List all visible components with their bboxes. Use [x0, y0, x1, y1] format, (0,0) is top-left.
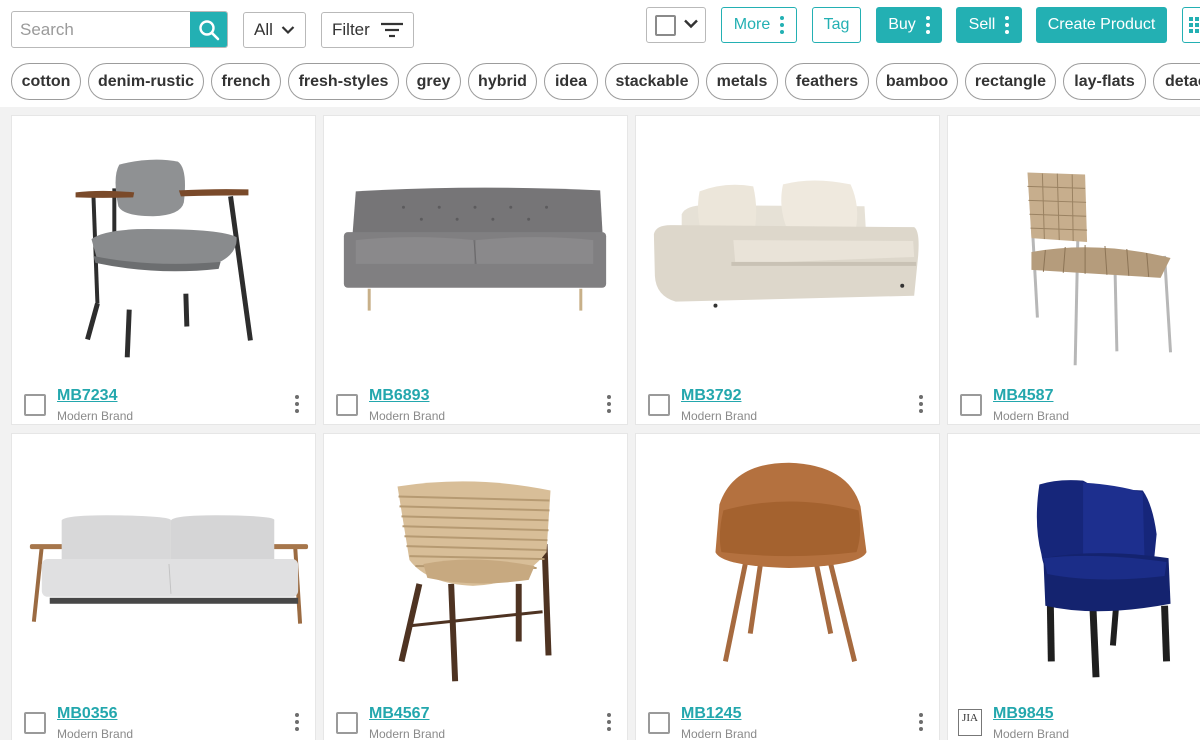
product-code-link[interactable]: MB7234: [57, 387, 117, 405]
tag-chip[interactable]: rectangle: [965, 63, 1056, 100]
tag-chip[interactable]: bamboo: [876, 63, 958, 100]
buy-button[interactable]: Buy: [876, 7, 942, 43]
product-select-checkbox[interactable]: [648, 394, 670, 416]
product-card[interactable]: MB0356 Modern Brand: [11, 433, 316, 740]
product-card[interactable]: MB1245 Modern Brand: [635, 433, 940, 740]
product-brand: Modern Brand: [681, 727, 758, 740]
product-image[interactable]: [324, 116, 627, 384]
product-brand: Modern Brand: [369, 409, 446, 423]
more-vertical-icon[interactable]: [919, 395, 923, 413]
buy-label: Buy: [888, 16, 916, 33]
tag-chip[interactable]: stackable: [605, 63, 699, 100]
product-code-link[interactable]: MB3792: [681, 387, 741, 405]
more-vertical-icon: [925, 16, 930, 34]
product-grid: MB7234 Modern Brand MB6893 Modern Brand …: [0, 107, 1200, 740]
tag-chip[interactable]: idea: [544, 63, 598, 100]
select-all-checkbox[interactable]: [655, 15, 676, 36]
sell-label: Sell: [968, 16, 996, 33]
tag-button[interactable]: Tag: [812, 7, 861, 43]
tag-chip[interactable]: lay-flats: [1063, 63, 1146, 100]
product-brand: Modern Brand: [993, 727, 1070, 740]
product-code-link[interactable]: MB1245: [681, 705, 741, 723]
product-select-checkbox[interactable]: [648, 712, 670, 734]
grid-view-toggle[interactable]: [1182, 7, 1200, 43]
tag-chip[interactable]: denim-rustic: [88, 63, 204, 100]
product-catalog-page: All Filter More Tag Bu: [0, 0, 1200, 740]
product-select-checkbox[interactable]: [960, 394, 982, 416]
product-select-checkbox[interactable]: [336, 394, 358, 416]
product-card[interactable]: MB6893 Modern Brand: [323, 115, 628, 425]
more-vertical-icon[interactable]: [295, 395, 299, 413]
grid-view-icon: [1189, 17, 1199, 33]
product-code-link[interactable]: MB0356: [57, 705, 117, 723]
more-vertical-icon[interactable]: [295, 713, 299, 731]
product-code-link[interactable]: MB9845: [993, 705, 1053, 723]
product-image[interactable]: [948, 434, 1200, 702]
search-input[interactable]: [12, 12, 192, 47]
product-brand: Modern Brand: [681, 409, 758, 423]
more-vertical-icon[interactable]: [607, 395, 611, 413]
tag-chip[interactable]: french: [211, 63, 281, 100]
product-select-checkbox[interactable]: [336, 712, 358, 734]
product-brand: Modern Brand: [993, 409, 1070, 423]
select-all-dropdown[interactable]: [646, 7, 706, 43]
more-vertical-icon: [780, 16, 785, 34]
filter-lines-icon: [380, 22, 403, 38]
product-image[interactable]: [12, 116, 315, 384]
product-card[interactable]: JIA MB9845 Modern Brand: [947, 433, 1200, 740]
search-icon: [198, 19, 219, 40]
product-card[interactable]: MB7234 Modern Brand: [11, 115, 316, 425]
more-vertical-icon[interactable]: [919, 713, 923, 731]
product-card[interactable]: MB4567 Modern Brand: [323, 433, 628, 740]
product-image[interactable]: [636, 116, 939, 384]
toolbar: All Filter More Tag Bu: [0, 0, 1200, 58]
chevron-down-icon: [281, 26, 295, 35]
product-brand: Modern Brand: [57, 727, 134, 740]
tag-chip[interactable]: hybrid: [468, 63, 537, 100]
product-brand: Modern Brand: [369, 727, 446, 740]
filter-button[interactable]: Filter: [321, 12, 414, 48]
tag-label: Tag: [823, 16, 850, 33]
product-select-checkbox[interactable]: [24, 712, 46, 734]
product-code-link[interactable]: MB6893: [369, 387, 429, 405]
tag-chip[interactable]: fresh-styles: [288, 63, 399, 100]
tag-chip[interactable]: cotton: [11, 63, 81, 100]
product-code-link[interactable]: MB4587: [993, 387, 1053, 405]
tag-chip[interactable]: feathers: [785, 63, 869, 100]
create-product-label: Create Product: [1047, 16, 1156, 33]
tag-chip[interactable]: detac: [1153, 63, 1200, 100]
product-select-checkbox[interactable]: [24, 394, 46, 416]
more-button[interactable]: More: [721, 7, 797, 43]
sell-button[interactable]: Sell: [956, 7, 1022, 43]
product-card[interactable]: MB3792 Modern Brand: [635, 115, 940, 425]
create-product-button[interactable]: Create Product: [1036, 7, 1167, 43]
product-image[interactable]: [324, 434, 627, 702]
more-label: More: [733, 16, 771, 33]
tag-chip-bar: cotton denim-rustic french fresh-styles …: [0, 63, 1200, 101]
search-box: [11, 11, 228, 48]
chevron-down-icon: [684, 19, 698, 29]
product-image[interactable]: [636, 434, 939, 702]
tag-chip[interactable]: grey: [406, 63, 461, 100]
product-image[interactable]: [948, 116, 1200, 384]
product-card[interactable]: MB4587 Modern Brand: [947, 115, 1200, 425]
scope-select[interactable]: All: [243, 12, 306, 48]
filter-label: Filter: [332, 20, 370, 39]
scope-select-value: All: [254, 20, 273, 39]
tag-chip[interactable]: metals: [706, 63, 778, 100]
product-code-link[interactable]: MB4567: [369, 705, 429, 723]
product-brand: Modern Brand: [57, 409, 134, 423]
more-vertical-icon: [1005, 16, 1010, 34]
brand-logo: JIA: [958, 709, 982, 736]
product-image[interactable]: [12, 434, 315, 702]
search-button[interactable]: [190, 12, 227, 47]
more-vertical-icon[interactable]: [607, 713, 611, 731]
